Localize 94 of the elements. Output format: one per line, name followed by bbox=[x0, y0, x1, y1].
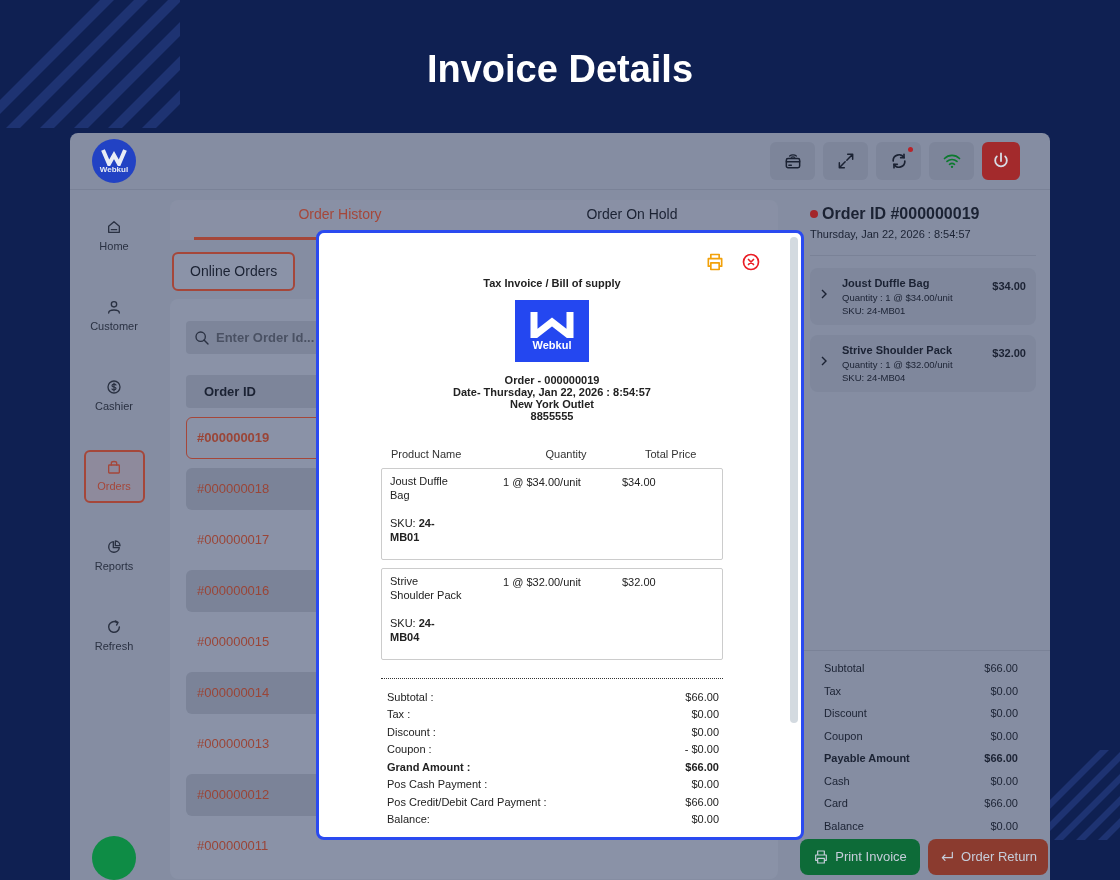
person-icon bbox=[106, 298, 122, 315]
item-name: Joust Duffle Bag bbox=[842, 275, 931, 291]
total-value: $66.00 bbox=[685, 689, 719, 705]
total-label: Coupon bbox=[824, 728, 863, 744]
sidebar-item[interactable]: Cashier bbox=[83, 370, 145, 423]
total-value: $66.00 bbox=[685, 794, 719, 810]
chevron-icon bbox=[820, 355, 828, 366]
invoice-title: Tax Invoice / Bill of supply bbox=[482, 276, 622, 291]
total-value: $66.00 bbox=[685, 759, 719, 775]
total-value: $0.00 bbox=[691, 777, 719, 792]
total-label: Subtotal : bbox=[387, 689, 434, 705]
item-price: $32.00 bbox=[621, 575, 656, 590]
order-title: Order ID #000000019 bbox=[822, 204, 980, 224]
total-label: Subtotal bbox=[824, 661, 865, 676]
card-reader-button[interactable] bbox=[770, 142, 815, 180]
search-icon bbox=[194, 330, 210, 346]
total-label: Coupon : bbox=[387, 742, 432, 757]
fullscreen-button[interactable] bbox=[823, 142, 868, 180]
total-label: Grand Amount : bbox=[387, 759, 471, 775]
item-name: Strive Shoulder Pack bbox=[842, 342, 953, 358]
total-value: $66.00 bbox=[984, 661, 1018, 676]
status-dot bbox=[810, 210, 818, 218]
print-invoice-button[interactable]: Print Invoice bbox=[800, 839, 920, 875]
chevron-icon bbox=[820, 288, 828, 299]
total-label: Payable Amount bbox=[824, 751, 910, 766]
sidebar-item[interactable]: Refresh bbox=[83, 610, 145, 663]
printer-icon bbox=[705, 251, 725, 272]
order-return-button[interactable]: Order Return bbox=[928, 839, 1048, 875]
logo-text: Webkul bbox=[532, 340, 572, 351]
order-item-card[interactable]: Joust Duffle Bag Quantity : 1 @ $34.00/unit SKU: 24-MB01 $34.00 bbox=[810, 267, 1036, 325]
total-value: $0.00 bbox=[990, 683, 1018, 699]
invoice-info: 8855555 bbox=[529, 409, 575, 422]
alert-dot bbox=[908, 147, 913, 152]
close-icon bbox=[741, 251, 761, 272]
sidebar-item[interactable]: Home bbox=[83, 210, 145, 263]
column-header: Total Price bbox=[644, 446, 698, 462]
total-label: Pos Cash Payment : bbox=[387, 777, 488, 792]
column-header: Product Name bbox=[390, 446, 463, 462]
sidebar-item[interactable]: Customer bbox=[83, 290, 145, 343]
logo-text: Webkul bbox=[99, 166, 129, 174]
filter-button[interactable]: Online Orders bbox=[172, 252, 296, 291]
total-value: $0.00 bbox=[691, 724, 719, 740]
tab[interactable]: Order On Hold bbox=[486, 200, 778, 240]
logo-mark-icon bbox=[101, 148, 127, 166]
refresh-icon bbox=[106, 618, 122, 635]
total-label: Balance: bbox=[387, 812, 430, 827]
total-label: Discount : bbox=[387, 724, 436, 740]
item-quantity: Quantity : 1 @ $32.00/unit bbox=[842, 358, 953, 372]
invoice-info: New York Outlet bbox=[510, 397, 595, 410]
column-header: Order ID bbox=[204, 382, 256, 401]
total-label: Pos Credit/Debit Card Payment : bbox=[387, 794, 547, 810]
total-value: $0.00 bbox=[691, 707, 719, 722]
item-name: Joust Duffle Bag bbox=[390, 474, 449, 502]
dollar-icon bbox=[106, 378, 122, 395]
total-label: Discount bbox=[824, 706, 867, 721]
bag-icon bbox=[106, 458, 122, 475]
home-icon bbox=[106, 218, 122, 235]
invoice-info: Date- Thursday, Jan 22, 2026 : 8:54:57 bbox=[452, 385, 652, 398]
total-label: Tax : bbox=[387, 707, 411, 722]
total-label: Card bbox=[824, 796, 848, 811]
item-quantity: Quantity : 1 @ $34.00/unit bbox=[842, 291, 953, 305]
order-date: Thursday, Jan 22, 2026 : 8:54:57 bbox=[810, 227, 972, 242]
total-value: $0.00 bbox=[990, 773, 1018, 789]
total-label: Cash bbox=[824, 773, 850, 789]
total-value: $0.00 bbox=[990, 728, 1018, 744]
item-price: $34.00 bbox=[992, 278, 1026, 294]
total-value: $0.00 bbox=[990, 818, 1018, 834]
item-sku: SKU: 24-MB01 bbox=[390, 516, 436, 544]
order-item-card[interactable]: Strive Shoulder Pack Quantity : 1 @ $32.00/unit SKU: 24-MB04 $32.00 bbox=[810, 334, 1036, 392]
total-label: Tax bbox=[824, 683, 842, 699]
item-name: Strive Shoulder Pack bbox=[390, 574, 462, 602]
scrollbar[interactable] bbox=[790, 237, 798, 723]
sidebar-item[interactable]: Reports bbox=[83, 530, 145, 583]
sync-button[interactable] bbox=[876, 142, 921, 180]
item-quantity: 1 @ $32.00/unit bbox=[502, 575, 582, 590]
total-value: $66.00 bbox=[984, 796, 1018, 811]
item-sku: SKU: 24-MB01 bbox=[842, 304, 907, 318]
pie-chart-icon bbox=[106, 538, 122, 555]
item-quantity: 1 @ $34.00/unit bbox=[502, 475, 582, 490]
total-value: $0.00 bbox=[691, 812, 719, 827]
printer-icon bbox=[813, 849, 830, 865]
total-value: $66.00 bbox=[984, 751, 1018, 766]
item-price: $32.00 bbox=[992, 345, 1026, 361]
item-price: $34.00 bbox=[621, 475, 656, 490]
logo-mark-icon bbox=[530, 310, 574, 338]
page-title: Invoice Details bbox=[425, 47, 695, 92]
invoice-info: Order - 000000019 bbox=[503, 373, 601, 386]
total-label: Balance bbox=[824, 818, 864, 834]
total-value: $0.00 bbox=[990, 706, 1018, 721]
power-button[interactable] bbox=[982, 142, 1020, 180]
column-header: Quantity bbox=[544, 446, 588, 462]
total-value: - $0.00 bbox=[684, 742, 719, 757]
item-sku: SKU: 24-MB04 bbox=[842, 371, 907, 385]
item-sku: SKU: 24-MB04 bbox=[390, 616, 436, 644]
